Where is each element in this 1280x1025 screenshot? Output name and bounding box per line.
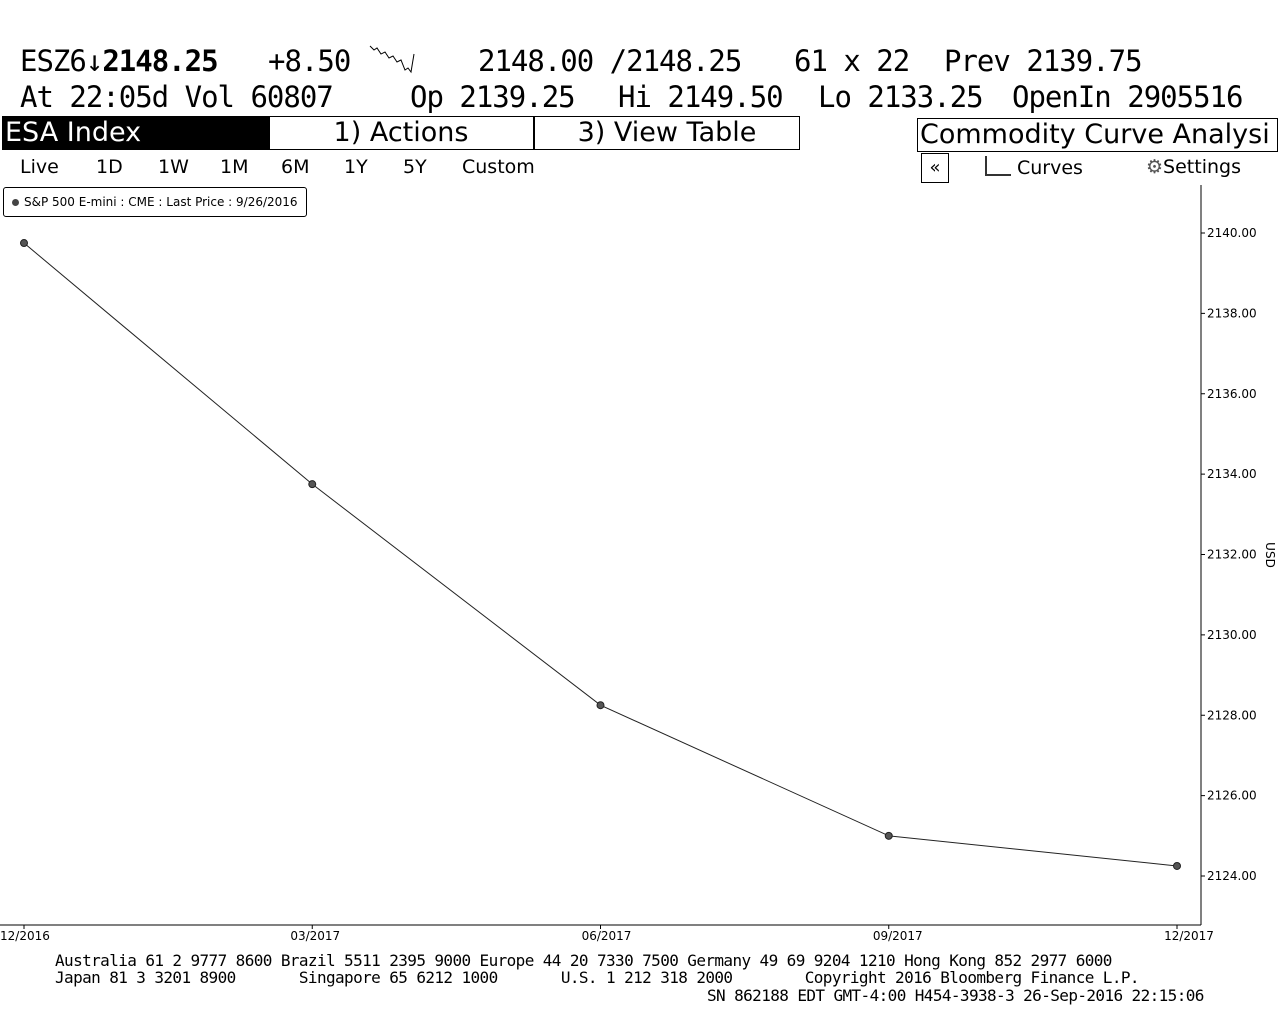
data-point	[308, 480, 317, 489]
series-line	[23, 242, 1178, 867]
footer-session: SN 862188 EDT GMT-4:00 H454-3938-3 26-Se…	[707, 986, 1204, 1005]
y-tick-label: 2136.00	[1207, 387, 1257, 401]
x-tick-label: 09/2017	[873, 929, 923, 943]
y-tick-label: 2134.00	[1207, 467, 1257, 481]
y-tick-label: 2132.00	[1207, 548, 1257, 562]
x-tick-label: 03/2017	[290, 929, 340, 943]
data-point	[596, 701, 605, 710]
curve-chart: 2140.00 2138.00 2136.00 2134.00 2132.00 2130.…	[0, 185, 1277, 943]
x-tick-label: 12/2017	[1164, 929, 1214, 943]
y-tick-label: 2138.00	[1207, 306, 1257, 320]
y-tick-label: 2126.00	[1207, 789, 1257, 803]
y-axis-label: USD	[1263, 542, 1277, 568]
y-tick-label: 2128.00	[1207, 708, 1257, 722]
x-tick-label: 12/2016	[0, 929, 50, 943]
footer-contacts-2: Japan 81 3 3201 8900 Singapore 65 6212 1…	[55, 968, 1140, 987]
data-point	[884, 831, 893, 840]
y-tick-label: 2124.00	[1207, 869, 1257, 883]
y-tick-label: 2130.00	[1207, 628, 1257, 642]
y-tick-label: 2140.00	[1207, 226, 1257, 240]
x-tick-label: 06/2017	[582, 929, 632, 943]
data-point	[20, 239, 28, 248]
data-point	[1173, 861, 1181, 870]
